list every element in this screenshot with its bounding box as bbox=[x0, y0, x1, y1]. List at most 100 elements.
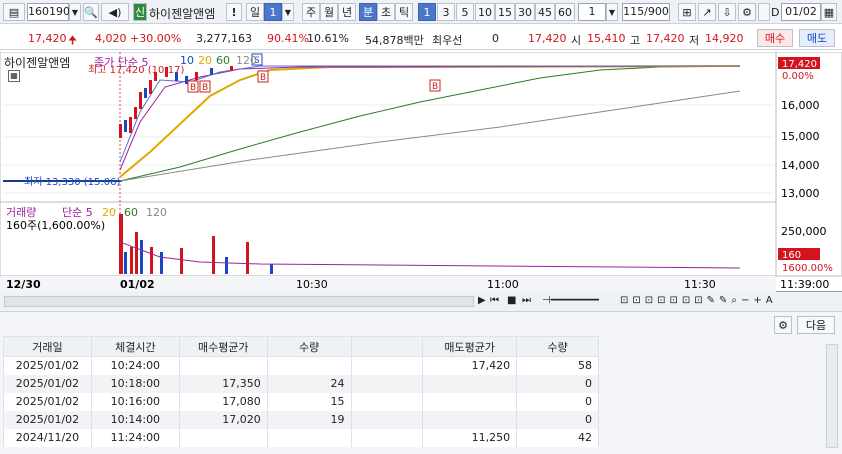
interval-3[interactable]: 3 bbox=[437, 3, 455, 21]
day-dropdown-icon[interactable]: ▼ bbox=[282, 3, 294, 21]
table-cell: 2025/01/02 bbox=[3, 374, 92, 393]
table-cell bbox=[350, 356, 424, 375]
interval-15[interactable]: 15 bbox=[495, 3, 515, 21]
low-price: 14,920 bbox=[705, 32, 744, 45]
stock-name: 하이젠알앤엠 bbox=[149, 7, 216, 21]
table-row[interactable]: 2025/01/02 10:18:00 17,350 24 0 bbox=[3, 374, 599, 393]
turnover: 10.61% bbox=[307, 32, 349, 45]
svg-text:16,000: 16,000 bbox=[781, 99, 820, 112]
table-cell: 10:24:00 bbox=[90, 356, 180, 375]
interval-60[interactable]: 60 bbox=[555, 3, 575, 21]
search-icon[interactable]: 🔍 bbox=[83, 3, 99, 21]
d-checkbox[interactable] bbox=[758, 3, 770, 21]
tab-week[interactable]: 주 bbox=[302, 3, 320, 21]
chart-type-icon[interactable]: ▤ bbox=[3, 3, 25, 21]
high-label: 고 bbox=[630, 34, 641, 47]
interval-dropdown-icon[interactable]: ▼ bbox=[606, 3, 618, 21]
table-cell bbox=[422, 410, 518, 429]
calendar-icon[interactable]: ▦ bbox=[821, 3, 837, 21]
svg-text:B: B bbox=[260, 73, 266, 83]
interval-1[interactable]: 1 bbox=[418, 3, 436, 21]
line-tool-icon[interactable]: ↗ bbox=[698, 3, 716, 21]
svg-text:단순 5: 단순 5 bbox=[62, 206, 93, 219]
grid-tool-icon[interactable]: ⊞ bbox=[678, 3, 696, 21]
date-input[interactable]: 01/02 bbox=[781, 3, 821, 21]
table-cell: 2025/01/02 bbox=[3, 392, 92, 411]
chart-scroll-bar: ▶ ⏮ ■ ⏭ ⊣━━━━━━━━ ⊡⊡⊡⊡⊡⊡⊡✎✎⌕−+A bbox=[0, 292, 842, 312]
day-count[interactable]: 1 bbox=[264, 3, 282, 21]
price-chart[interactable]: B B B B S 최고 17,420 (10:17) 최저 13,330 (1… bbox=[0, 52, 842, 310]
table-cell: 10:16:00 bbox=[90, 392, 180, 411]
tab-tick[interactable]: 틱 bbox=[395, 3, 413, 21]
table-cell: 11:24:00 bbox=[90, 428, 180, 447]
svg-text:15,000: 15,000 bbox=[781, 130, 820, 143]
chart-area: B B B B S 최고 17,420 (10:17) 최저 13,330 (1… bbox=[0, 52, 842, 292]
table-row[interactable]: 2025/01/02 10:24:00 17,420 58 bbox=[3, 356, 599, 375]
code-dropdown-icon[interactable]: ▼ bbox=[69, 3, 81, 21]
table-row[interactable]: 2025/01/02 10:16:00 17,080 15 0 bbox=[3, 392, 599, 411]
table-row[interactable]: 2024/11/20 11:24:00 11,250 42 bbox=[3, 428, 599, 447]
scrollbar-track[interactable] bbox=[4, 296, 474, 307]
table-cell: 0 bbox=[516, 410, 599, 429]
trade-history-panel: ⚙ 다음 거래일 체결시간 매수평균가 수량 매도평균가 수량 2025/01/… bbox=[0, 312, 842, 454]
tab-minute[interactable]: 분 bbox=[359, 3, 377, 21]
table-cell bbox=[350, 410, 424, 429]
table-cell bbox=[350, 374, 424, 393]
volume-ratio: 90.41% bbox=[267, 32, 309, 45]
rewind-icon[interactable]: ⏮ bbox=[490, 295, 499, 306]
price-change: 4,020 bbox=[95, 32, 127, 45]
zoom-slider[interactable]: ⊣━━━━━━━━ bbox=[542, 295, 599, 306]
svg-text:10:30: 10:30 bbox=[296, 278, 328, 291]
quote-value: 0 bbox=[492, 32, 499, 45]
interval-select[interactable]: 1 bbox=[578, 3, 606, 21]
table-cell: 2024/11/20 bbox=[3, 428, 92, 447]
vol-label: 거래량 bbox=[6, 206, 36, 219]
svg-text:60: 60 bbox=[124, 206, 138, 219]
settings-icon[interactable]: ⚙ bbox=[738, 3, 756, 21]
volume: 3,277,163 bbox=[196, 32, 252, 45]
scroll-first-icon[interactable]: ▶ bbox=[478, 295, 486, 306]
table-cell: 0 bbox=[516, 392, 599, 411]
table-row[interactable]: 2025/01/02 10:14:00 17,020 19 0 bbox=[3, 410, 599, 429]
table-cell bbox=[350, 428, 424, 447]
sound-icon[interactable]: ◀) bbox=[101, 3, 129, 21]
current-price: 17,420 bbox=[28, 32, 67, 45]
quote-label: 최우선 bbox=[432, 34, 463, 47]
interval-5[interactable]: 5 bbox=[456, 3, 474, 21]
stop-icon[interactable]: ■ bbox=[507, 295, 516, 306]
quote-price: 17,420 bbox=[528, 32, 567, 45]
svg-text:250,000: 250,000 bbox=[781, 225, 827, 238]
interval-10[interactable]: 10 bbox=[475, 3, 495, 21]
table-cell: 10:18:00 bbox=[90, 374, 180, 393]
chart-tools-icon[interactable]: ⊡⊡⊡⊡⊡⊡⊡✎✎⌕−+A bbox=[620, 295, 777, 306]
d-checkbox-label: D bbox=[771, 6, 780, 19]
trade-table: 거래일 체결시간 매수평균가 수량 매도평균가 수량 2025/01/02 10:… bbox=[3, 336, 599, 447]
open-label: 시 bbox=[571, 34, 582, 47]
tab-second[interactable]: 초 bbox=[377, 3, 395, 21]
stock-code-input[interactable]: 160190 bbox=[27, 3, 70, 21]
forward-icon[interactable]: ⏭ bbox=[522, 295, 531, 306]
trade-amount: 54,878백만 bbox=[365, 34, 424, 47]
table-icon[interactable]: ▦ bbox=[8, 70, 20, 82]
download-icon[interactable]: ⇩ bbox=[718, 3, 736, 21]
tab-day[interactable]: 일 bbox=[246, 3, 264, 21]
tab-year[interactable]: 년 bbox=[338, 3, 356, 21]
table-cell bbox=[422, 374, 518, 393]
count-input[interactable]: 115/900 bbox=[622, 3, 670, 21]
table-cell: 17,020 bbox=[178, 410, 268, 429]
tab-month[interactable]: 월 bbox=[320, 3, 338, 21]
high-price: 17,420 bbox=[646, 32, 685, 45]
buy-button[interactable]: 매수 bbox=[757, 29, 793, 47]
panel-settings-icon[interactable]: ⚙ bbox=[774, 316, 792, 334]
interval-45[interactable]: 45 bbox=[535, 3, 555, 21]
table-cell: 19 bbox=[266, 410, 352, 429]
table-scrollbar[interactable] bbox=[826, 344, 838, 448]
open-price: 15,410 bbox=[587, 32, 626, 45]
table-cell bbox=[266, 428, 352, 447]
svg-text:B: B bbox=[432, 82, 438, 92]
warn-button[interactable]: ! bbox=[226, 3, 242, 21]
next-button[interactable]: 다음 bbox=[797, 316, 835, 334]
sell-button[interactable]: 매도 bbox=[799, 29, 835, 47]
interval-30[interactable]: 30 bbox=[515, 3, 535, 21]
price-change-pct: +30.00% bbox=[130, 32, 182, 45]
